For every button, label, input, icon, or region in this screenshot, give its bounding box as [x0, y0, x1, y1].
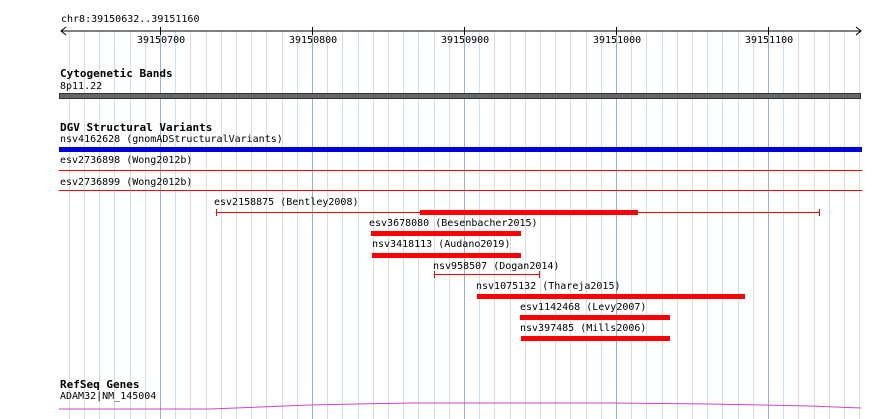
dgv-track-title: DGV Structural Variants — [60, 121, 213, 134]
variant-bar[interactable] — [0, 270, 890, 280]
cytoband-bar[interactable] — [59, 93, 861, 99]
variant-bar[interactable] — [477, 294, 745, 299]
variant-bar[interactable] — [0, 205, 890, 219]
variant-label: nsv397485 (Mills2006) — [520, 323, 647, 334]
variant-bar[interactable] — [59, 147, 862, 152]
gene-intron-line[interactable] — [0, 400, 890, 412]
variant-line[interactable] — [59, 170, 862, 171]
variant-label: esv2736898 (Wong2012b) — [60, 155, 193, 166]
variant-label: nsv4162628 (gnomADStructuralVariants) — [60, 134, 283, 145]
variant-bar[interactable] — [372, 253, 521, 258]
variant-bar[interactable] — [520, 315, 670, 320]
refseq-track-title: RefSeq Genes — [60, 378, 140, 391]
ruler-tick-label: 39151100 — [745, 35, 794, 46]
variant-label: esv2736899 (Wong2012b) — [60, 177, 193, 188]
variant-bar[interactable] — [521, 336, 670, 341]
ruler-tick-label: 39150900 — [441, 35, 490, 46]
ruler-tick-label: 39150800 — [289, 35, 338, 46]
cytoband-track-title: Cytogenetic Bands — [60, 67, 173, 80]
variant-label: nsv3418113 (Audano2019) — [372, 239, 511, 250]
variant-label: esv3678080 (Besenbacher2015) — [369, 218, 538, 229]
ruler-tick-label: 39150700 — [137, 35, 186, 46]
variant-label: nsv1075132 (Thareja2015) — [476, 281, 621, 292]
ruler-tick-label: 39151000 — [593, 35, 642, 46]
cytoband-label: 8p11.22 — [60, 81, 103, 92]
variant-line[interactable] — [59, 190, 862, 191]
variant-bar[interactable] — [371, 231, 521, 236]
variant-label: esv1142468 (Levy2007) — [520, 302, 647, 313]
